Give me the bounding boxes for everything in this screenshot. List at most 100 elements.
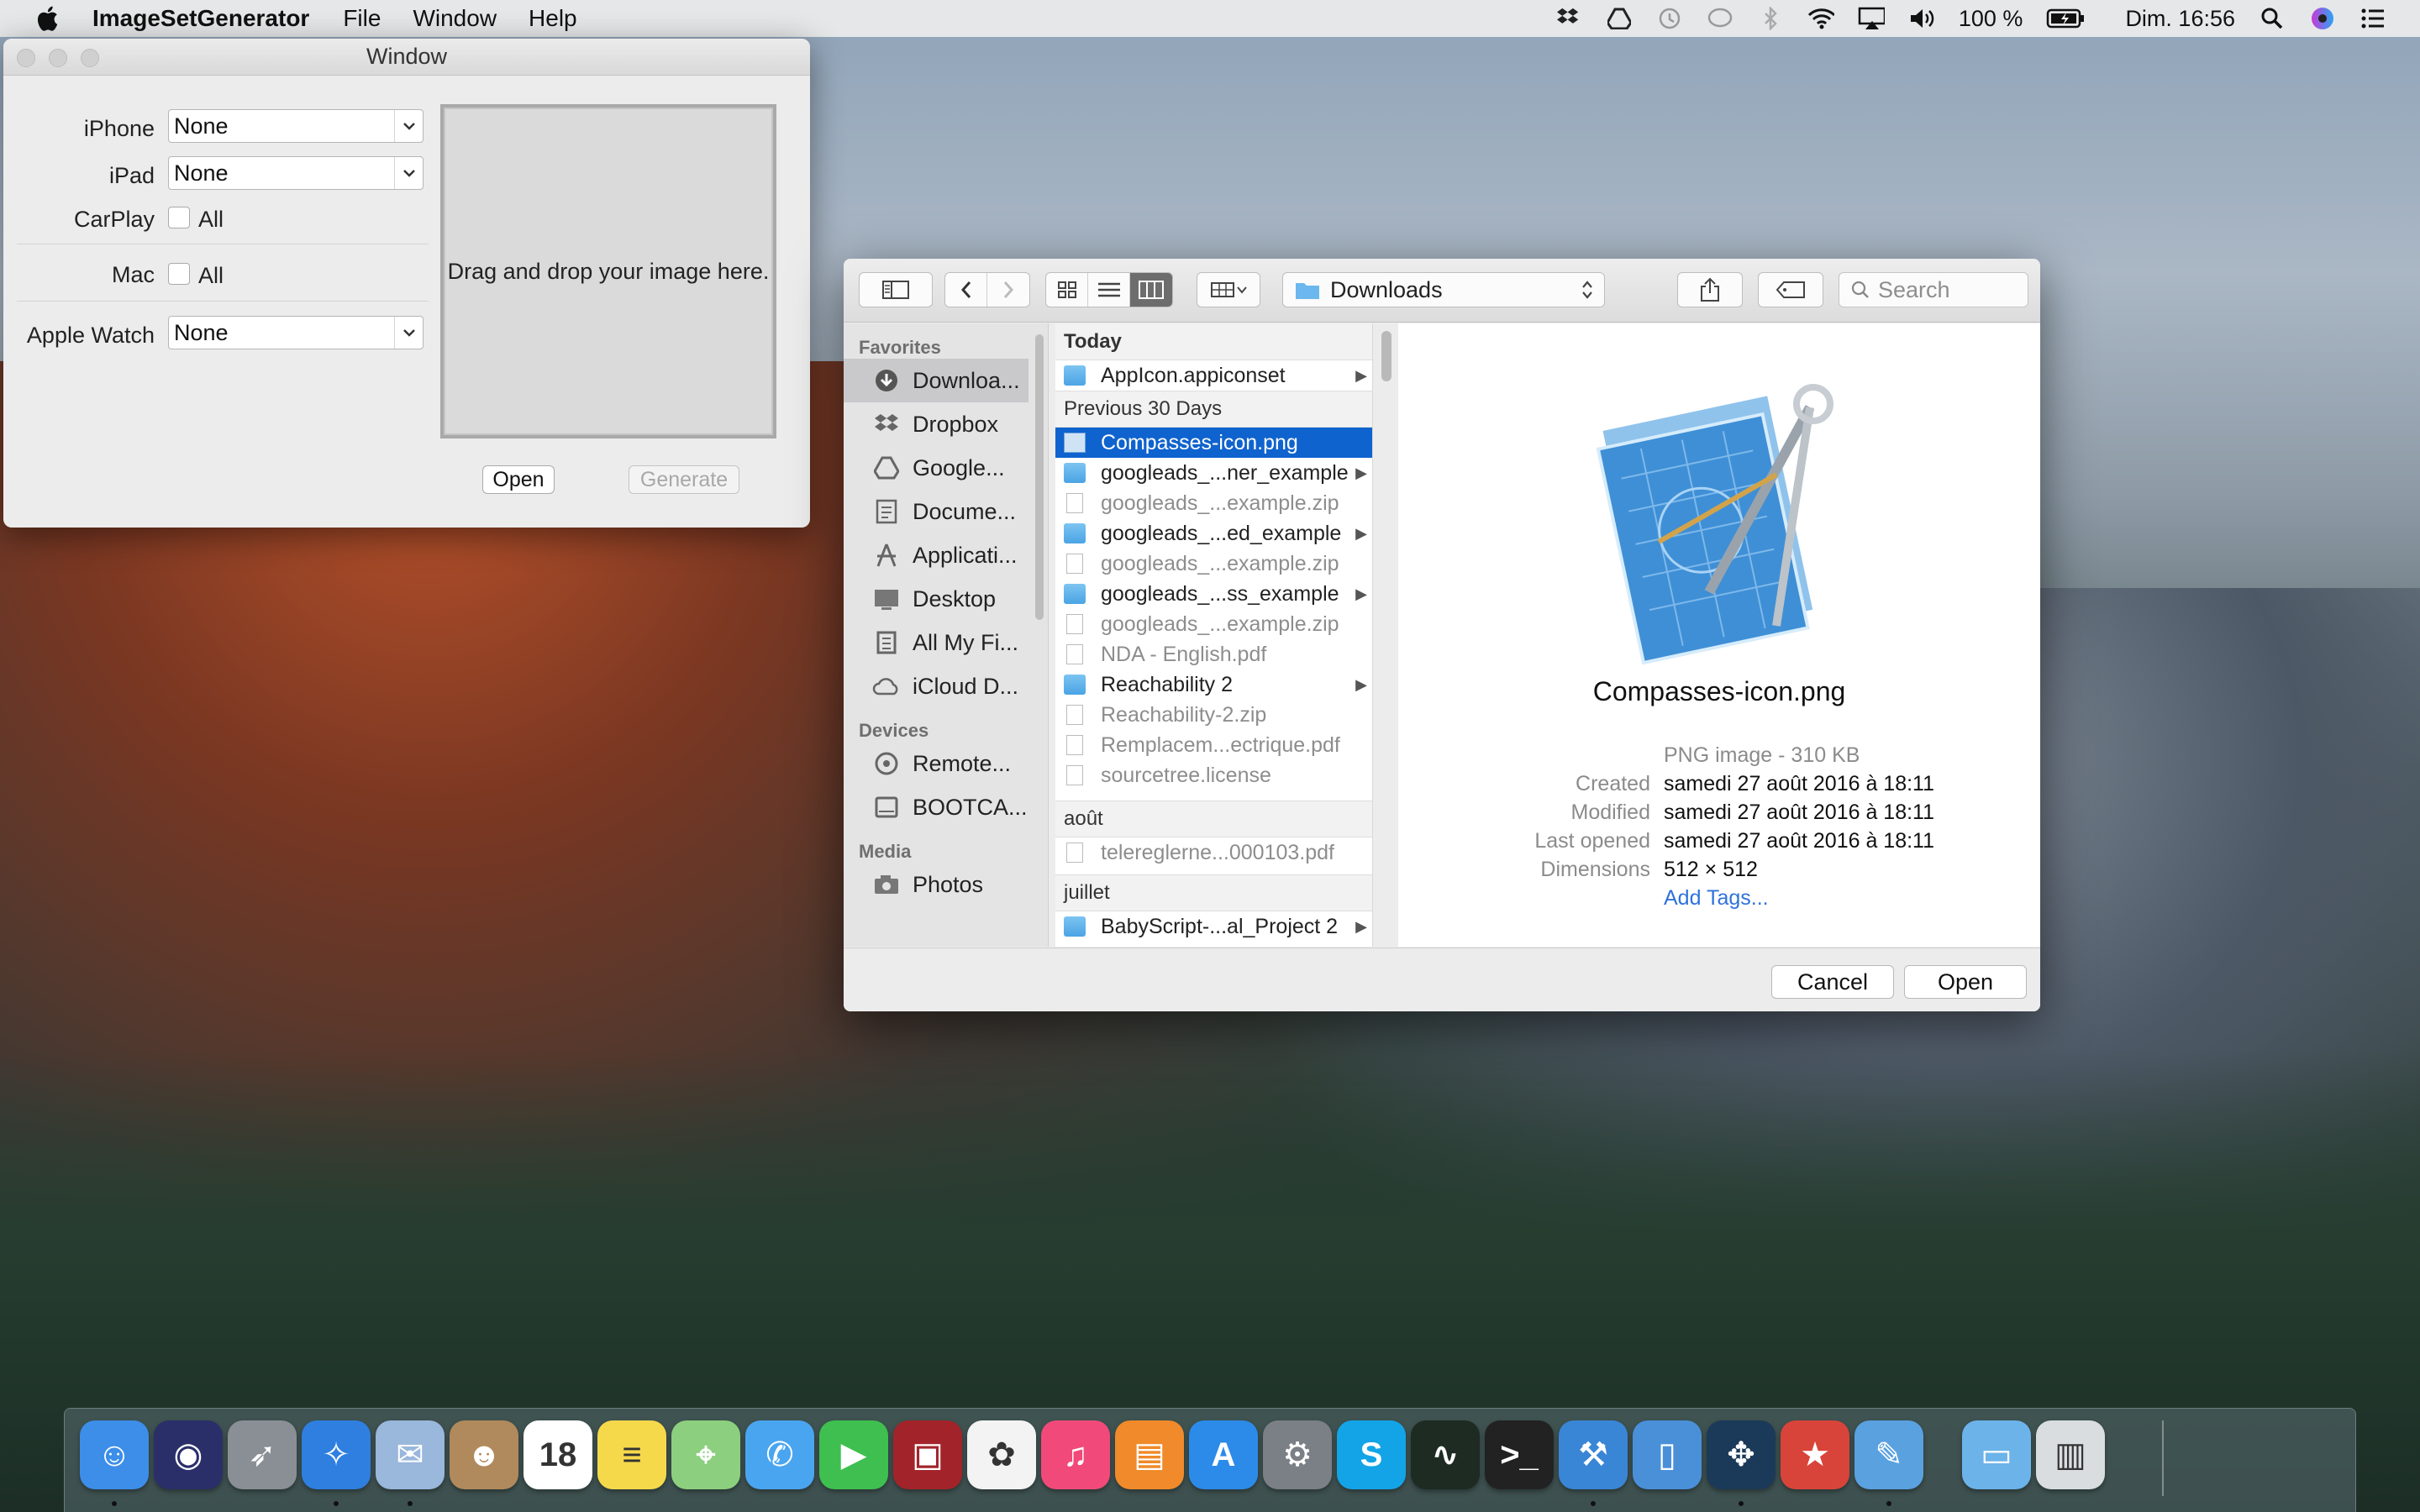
sidebar-item-google-drive[interactable]: Google... <box>844 446 1048 490</box>
file-row[interactable]: googleads_...ed_example ▶ <box>1055 518 1372 549</box>
file-row[interactable]: Compasses-icon.png <box>1055 428 1372 458</box>
time-machine-icon[interactable] <box>1656 5 1683 32</box>
sidebar-item-downloads[interactable]: Downloa... <box>844 359 1028 402</box>
dock-app-store-icon[interactable]: A <box>1189 1420 1258 1489</box>
carplay-all-checkbox[interactable] <box>168 207 190 228</box>
file-row[interactable]: googleads_...ss_example ▶ <box>1055 579 1372 609</box>
dock-terminal-icon[interactable]: >_ <box>1485 1420 1554 1489</box>
dock-ibooks-icon[interactable]: ▤ <box>1115 1420 1184 1489</box>
dock-photo-booth-icon[interactable]: ▣ <box>893 1420 962 1489</box>
file-row[interactable]: googleads_...example.zip <box>1055 549 1372 579</box>
sidebar-item-applications[interactable]: Applicati... <box>844 533 1048 577</box>
dock-maps-icon[interactable]: ⌖ <box>671 1420 740 1489</box>
bluetooth-icon[interactable] <box>1757 5 1784 32</box>
apple-watch-popup[interactable]: None <box>168 316 424 349</box>
dock-siri-icon[interactable]: ◉ <box>154 1420 223 1489</box>
dock-wunderlist-icon[interactable]: ★ <box>1781 1420 1849 1489</box>
file-row[interactable]: BabyScript-...al_Project 2 ▶ <box>1055 911 1372 942</box>
sidebar-item-icloud[interactable]: iCloud D... <box>844 664 1048 708</box>
file-row[interactable]: Reachability-2.zip <box>1055 700 1372 730</box>
menu-window[interactable]: Window <box>413 5 497 32</box>
cancel-button[interactable]: Cancel <box>1771 965 1894 999</box>
dock-imagesetgenerator-icon[interactable]: ✎ <box>1854 1420 1923 1489</box>
close-window-button[interactable] <box>17 49 35 67</box>
dock-photos-icon[interactable]: ✿ <box>967 1420 1036 1489</box>
menu-file[interactable]: File <box>343 5 381 32</box>
dock-contacts-icon[interactable]: ☻ <box>450 1420 518 1489</box>
open-file-button[interactable]: Open <box>1904 965 2027 999</box>
wifi-icon[interactable] <box>1807 5 1834 32</box>
image-drop-zone[interactable]: Drag and drop your image here. <box>440 104 776 438</box>
column-view-button[interactable] <box>1130 273 1172 307</box>
apple-menu-icon[interactable] <box>34 3 64 34</box>
google-drive-status-icon[interactable] <box>1606 5 1633 32</box>
iphone-popup[interactable]: None <box>168 109 424 143</box>
file-row[interactable]: sourcetree.license <box>1055 760 1372 790</box>
icon-view-button[interactable] <box>1046 273 1088 307</box>
dock-mail-icon[interactable]: ✉ <box>376 1420 445 1489</box>
file-row[interactable]: AppIcon.appiconset ▶ <box>1055 360 1372 391</box>
file-row[interactable]: googleads_...ner_example ▶ <box>1055 458 1372 488</box>
sidebar-item-disk[interactable]: BOOTCA... <box>844 785 1048 829</box>
window-title-bar[interactable]: Window <box>3 39 810 76</box>
dock-system-preferences-icon[interactable]: ⚙ <box>1263 1420 1332 1489</box>
file-row[interactable]: NDA - English.pdf <box>1055 639 1372 669</box>
volume-icon[interactable] <box>1908 5 1935 32</box>
file-row[interactable]: googleads_...example.zip <box>1055 488 1372 518</box>
battery-icon[interactable] <box>2046 5 2085 32</box>
share-button[interactable] <box>1677 272 1743 307</box>
spotlight-search-icon[interactable] <box>2259 5 2286 32</box>
dock-skype-icon[interactable]: S <box>1337 1420 1406 1489</box>
minimize-window-button[interactable] <box>49 49 67 67</box>
battery-percentage[interactable]: 100 % <box>1959 6 2023 32</box>
dock-launchpad-icon[interactable]: ➶ <box>228 1420 297 1489</box>
back-button[interactable] <box>945 273 987 307</box>
file-row[interactable]: googleads_...example.zip <box>1055 609 1372 639</box>
add-tags-link[interactable]: Add Tags... <box>1664 886 1769 915</box>
sidebar-item-desktop[interactable]: Desktop <box>844 577 1048 621</box>
notification-center-icon[interactable] <box>2360 5 2386 32</box>
dock-itunes-icon[interactable]: ♫ <box>1041 1420 1110 1489</box>
arrange-button[interactable] <box>1197 272 1260 307</box>
file-row[interactable]: Remplacem...ectrique.pdf <box>1055 730 1372 760</box>
forward-button[interactable] <box>987 273 1029 307</box>
dock-calendar-icon[interactable]: 18 <box>523 1420 592 1489</box>
messages-status-icon[interactable] <box>1707 5 1733 32</box>
column-scrollbar[interactable] <box>1381 331 1392 381</box>
sidebar-toggle-button[interactable] <box>859 272 933 307</box>
dropbox-status-icon[interactable] <box>1555 5 1582 32</box>
dock-messages-icon[interactable]: ✆ <box>745 1420 814 1489</box>
dock-downloads-stack-icon[interactable]: ▭ <box>1962 1420 2031 1489</box>
dock-facetime-icon[interactable]: ▶ <box>819 1420 888 1489</box>
sidebar-item-all-files[interactable]: All My Fi... <box>844 621 1048 664</box>
siri-icon[interactable] <box>2309 5 2336 32</box>
dock-simulator-icon[interactable]: ▯ <box>1633 1420 1702 1489</box>
list-view-button[interactable] <box>1088 273 1130 307</box>
dock-trash-icon[interactable]: ▥ <box>2036 1420 2105 1489</box>
dock-activity-monitor-icon[interactable]: ∿ <box>1411 1420 1480 1489</box>
file-row[interactable]: telereglerne...000103.pdf <box>1055 837 1372 868</box>
menu-help[interactable]: Help <box>529 5 577 32</box>
search-field[interactable]: Search <box>1839 272 2028 307</box>
mac-all-checkbox[interactable] <box>168 263 190 285</box>
generate-button[interactable]: Generate <box>629 465 739 494</box>
dock-notes-icon[interactable]: ≡ <box>597 1420 666 1489</box>
app-name-menu[interactable]: ImageSetGenerator <box>92 5 309 32</box>
file-row[interactable]: Reachability 2 ▶ <box>1055 669 1372 700</box>
sidebar-item-documents[interactable]: Docume... <box>844 490 1048 533</box>
dock-finder-icon[interactable]: ☺ <box>80 1420 149 1489</box>
sidebar-item-camera[interactable]: Photos <box>844 863 1048 906</box>
dock-safari-icon[interactable]: ✧ <box>302 1420 371 1489</box>
dock-xcode-icon[interactable]: ⚒ <box>1559 1420 1628 1489</box>
location-popup[interactable]: Downloads <box>1282 272 1605 307</box>
sidebar-scrollbar[interactable] <box>1035 334 1044 620</box>
sidebar-item-remote-disc[interactable]: Remote... <box>844 742 1048 785</box>
sidebar-item-dropbox[interactable]: Dropbox <box>844 402 1048 446</box>
airplay-icon[interactable] <box>1858 5 1885 32</box>
menubar-clock[interactable]: Dim. 16:56 <box>2125 6 2235 32</box>
ipad-popup[interactable]: None <box>168 156 424 190</box>
tags-button[interactable] <box>1758 272 1823 307</box>
zoom-window-button[interactable] <box>81 49 99 67</box>
open-button[interactable]: Open <box>482 465 555 494</box>
dock-sourcetree-icon[interactable]: ✥ <box>1707 1420 1776 1489</box>
